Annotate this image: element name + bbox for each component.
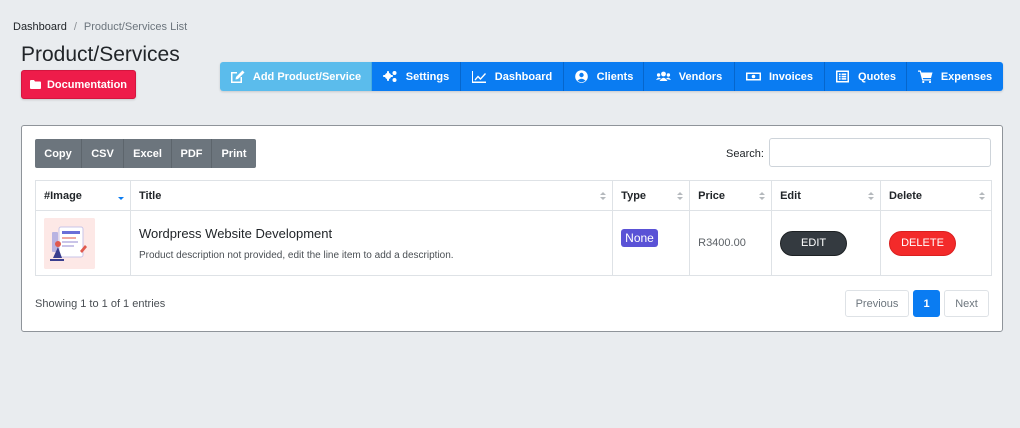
list-alt-icon (836, 70, 850, 83)
breadcrumb-separator: / (73, 21, 77, 33)
product-price: R3400.00 (698, 237, 746, 249)
sort-icon (600, 191, 607, 200)
edit-icon (230, 70, 245, 83)
sort-icon (677, 191, 684, 200)
vendors-button[interactable]: Vendors (644, 62, 735, 91)
product-delete-cell: DELETE (880, 210, 992, 276)
dashboard-label: Dashboard (494, 70, 553, 83)
clients-label: Clients (596, 70, 634, 83)
table-header-row: #Image Title Type Price Edit Delete (35, 180, 992, 211)
table-row: Wordpress Website Development Product de… (35, 210, 992, 276)
quotes-button[interactable]: Quotes (825, 62, 907, 91)
product-type-cell: None (612, 210, 691, 276)
folder-icon (29, 80, 41, 89)
column-header-image[interactable]: #Image (35, 180, 131, 211)
quotes-label: Quotes (858, 70, 896, 83)
documentation-button[interactable]: Documentation (21, 70, 136, 99)
table-info: Showing 1 to 1 of 1 entries (35, 298, 166, 310)
products-card: Copy CSV Excel PDF Print Search: #Image … (21, 125, 1003, 332)
users-icon (655, 71, 671, 81)
column-header-edit[interactable]: Edit (771, 180, 882, 211)
breadcrumb-dashboard-link[interactable]: Dashboard (13, 21, 67, 33)
clients-button[interactable]: Clients (564, 62, 644, 91)
shopping-cart-icon (917, 70, 933, 83)
pdf-button[interactable]: PDF (172, 139, 212, 168)
dashboard-button[interactable]: Dashboard (461, 62, 564, 91)
money-bill-icon (745, 72, 761, 81)
excel-button[interactable]: Excel (124, 139, 172, 168)
expenses-label: Expenses (940, 70, 993, 83)
product-image-cell (35, 210, 131, 276)
sort-icon (868, 191, 875, 200)
vendors-label: Vendors (678, 70, 723, 83)
documentation-label: Documentation (46, 78, 128, 91)
sort-desc-icon (117, 196, 124, 200)
product-title: Wordpress Website Development (138, 225, 333, 241)
breadcrumb-current: Product/Services List (83, 21, 188, 33)
delete-button[interactable]: DELETE (889, 230, 957, 256)
edit-button[interactable]: EDIT (780, 230, 848, 256)
settings-button[interactable]: Settings (372, 62, 461, 91)
type-badge: None (621, 229, 658, 247)
column-header-price[interactable]: Price (689, 180, 773, 211)
column-header-delete[interactable]: Delete (880, 180, 992, 211)
add-product-service-button[interactable]: Add Product/Service (220, 62, 372, 91)
chart-line-icon (471, 71, 486, 83)
breadcrumb: Dashboard / Product/Services List (13, 21, 187, 33)
top-toolbar: Add Product/Service Settings Dashboard C… (220, 62, 1003, 91)
print-button[interactable]: Print (212, 139, 256, 168)
column-header-type[interactable]: Type (612, 180, 691, 211)
product-thumbnail (44, 217, 95, 269)
invoices-label: Invoices (768, 70, 814, 83)
pagination-previous-button[interactable]: Previous (845, 290, 909, 317)
sort-icon (759, 191, 766, 200)
products-table: #Image Title Type Price Edit Delete Word… (35, 180, 992, 276)
expenses-button[interactable]: Expenses (907, 62, 1003, 91)
invoices-button[interactable]: Invoices (735, 62, 825, 91)
sort-icon (979, 191, 985, 200)
csv-button[interactable]: CSV (82, 139, 124, 168)
gears-icon (382, 71, 397, 82)
pagination: Previous 1 Next (845, 290, 989, 317)
product-edit-cell: EDIT (771, 210, 882, 276)
copy-button[interactable]: Copy (35, 139, 82, 168)
search-label: Search: (726, 148, 764, 160)
product-description: Product description not provided, edit t… (138, 249, 454, 261)
export-buttons: Copy CSV Excel PDF Print (35, 139, 256, 168)
user-circle-icon (574, 70, 588, 83)
search-input[interactable] (769, 138, 991, 167)
pagination-next-button[interactable]: Next (944, 290, 989, 317)
product-title-cell: Wordpress Website Development Product de… (129, 210, 614, 276)
page-title: Product/Services (21, 43, 180, 66)
product-price-cell: R3400.00 (689, 210, 773, 276)
column-header-title[interactable]: Title (129, 180, 614, 211)
add-product-service-label: Add Product/Service (252, 70, 362, 83)
pagination-page-1-button[interactable]: 1 (913, 290, 940, 317)
settings-label: Settings (405, 70, 450, 83)
